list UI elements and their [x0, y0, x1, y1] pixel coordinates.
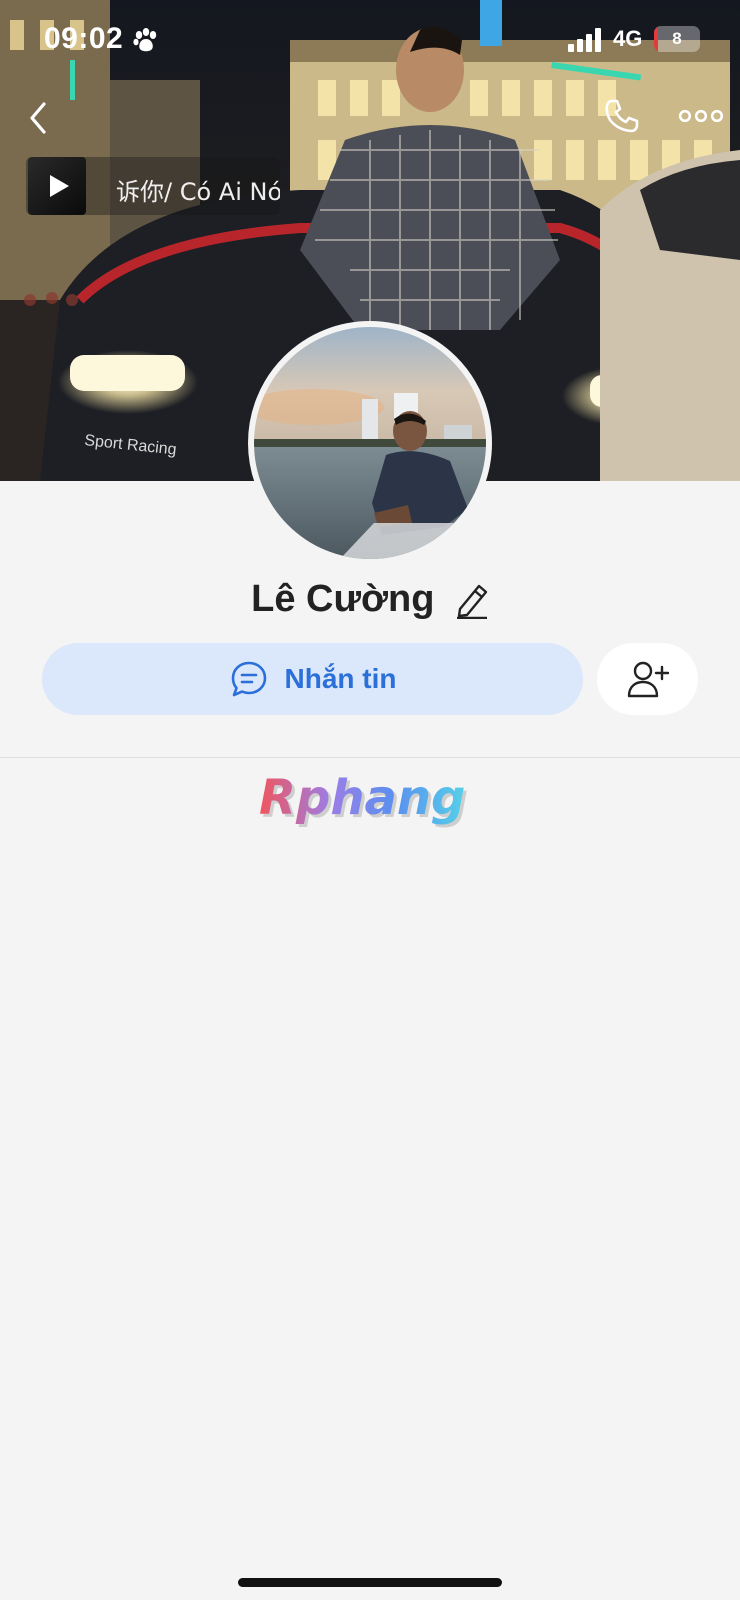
back-button[interactable] — [22, 98, 58, 138]
profile-name-row: Lê Cường — [0, 578, 740, 634]
battery-indicator: 8 — [654, 26, 700, 52]
add-friend-button[interactable] — [597, 643, 698, 715]
music-title: 诉你/ Có Ai Nó — [116, 178, 280, 206]
profile-name: Lê Cường — [251, 578, 435, 620]
pencil-icon — [456, 584, 488, 619]
paw-icon — [133, 28, 157, 52]
status-bar: 09:02 4G 8 — [0, 0, 740, 80]
chevron-left-icon — [30, 102, 46, 134]
status-time: 09:02 — [44, 22, 124, 55]
watermark-text: Rphang — [259, 770, 465, 826]
more-horizontal-icon — [678, 109, 724, 123]
home-indicator[interactable] — [238, 1578, 502, 1587]
watermark-logo: Rphang Rphang — [259, 770, 468, 829]
avatar-image — [254, 327, 486, 559]
more-options-button[interactable] — [678, 104, 724, 128]
message-button[interactable]: Nhắn tin — [42, 643, 583, 715]
message-button-label: Nhắn tin — [284, 663, 397, 694]
battery-fill — [654, 26, 658, 52]
edit-name-button[interactable] — [455, 581, 489, 619]
call-button[interactable] — [602, 96, 642, 136]
phone-icon — [605, 99, 639, 133]
profile-music-chip[interactable]: 诉你/ Có Ai Nó — [26, 157, 280, 215]
battery-level: 8 — [672, 29, 682, 48]
chat-bubble-icon — [231, 661, 266, 697]
cellular-signal-icon — [568, 28, 601, 52]
network-type: 4G — [613, 26, 643, 51]
add-user-icon — [627, 661, 669, 698]
section-divider — [0, 757, 740, 758]
avatar[interactable] — [248, 321, 492, 565]
play-icon — [50, 175, 69, 197]
music-cover-thumbnail — [28, 157, 86, 215]
